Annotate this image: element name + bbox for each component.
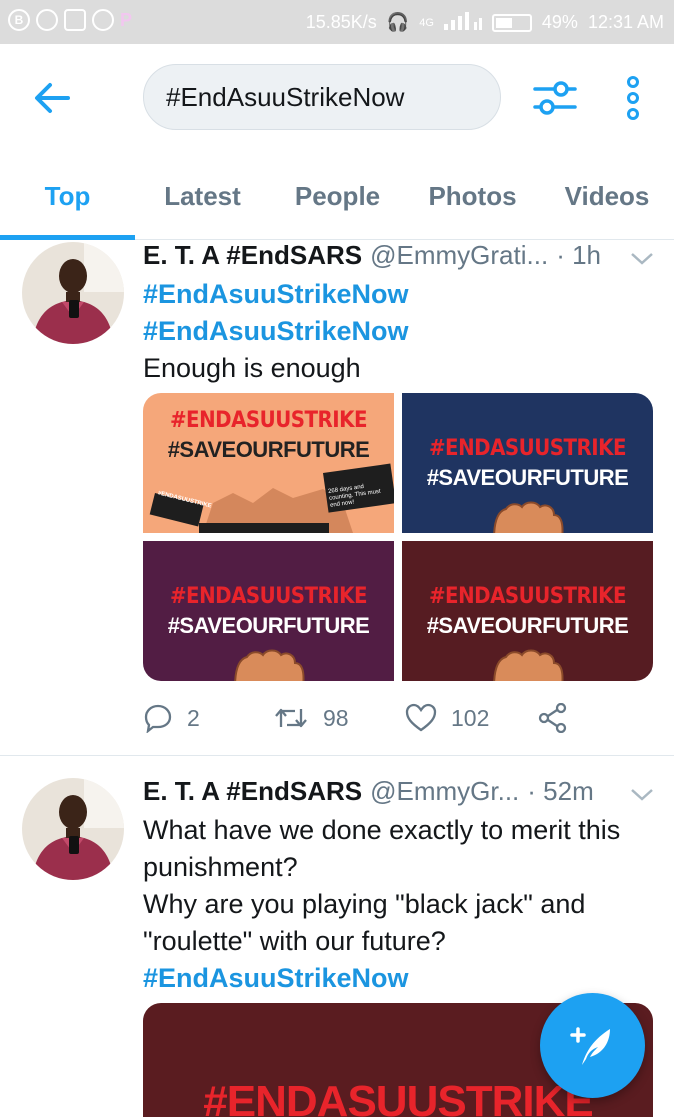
media-line2: #SAVEOURFUTURE: [426, 612, 629, 638]
heart-icon: [405, 703, 437, 732]
protest-illustration: [149, 463, 394, 533]
arrow-left-icon: [35, 83, 70, 113]
hashtag-link[interactable]: #EndAsuuStrikeNow: [143, 960, 655, 997]
media-line1: #ENDASUUSTRIKE: [428, 435, 627, 461]
tweet-text: punishment?: [143, 852, 298, 882]
tweet-text: Why are you playing "black jack" and: [143, 889, 586, 919]
retweet-count: 98: [323, 704, 349, 731]
media-line1: #ENDASUUSTRIKE: [203, 1077, 593, 1117]
tweet-text: "roulette" with our future?: [143, 926, 446, 956]
media-line2: #SAVEOURFUTURE: [426, 464, 629, 490]
signal-icon: [443, 10, 482, 35]
tab-people[interactable]: People: [270, 152, 405, 240]
media-image-3[interactable]: #ENDASUUSTRIKE #SAVEOURFUTURE: [143, 541, 394, 681]
chat-bubble-icon: [36, 9, 58, 31]
tweet-actions: 2 98 102: [143, 698, 623, 738]
tweet-time: · 52m: [527, 776, 594, 806]
share-icon: [538, 703, 567, 733]
tweet-body: E. T. A #EndSARS @EmmyGr... · 52m What h…: [143, 776, 655, 997]
tab-photos[interactable]: Photos: [405, 152, 540, 240]
reply-icon: [144, 704, 172, 733]
hashtag-link[interactable]: #EndAsuuStrikeNow: [143, 313, 655, 350]
media-line1: #ENDASUUSTRIKE: [169, 583, 368, 609]
compose-feather-icon: [569, 1026, 610, 1065]
media-line2: #SAVEOURFUTURE: [167, 612, 370, 638]
tweet-time: · 1h: [556, 240, 601, 270]
battery-icon: [491, 13, 532, 32]
network-speed: 15.85K/s: [305, 12, 377, 32]
media-grid: #ENDASUUSTRIKE #SAVEOURFUTURE #ENDASUUST…: [143, 393, 653, 681]
search-query: #EndAsuuStrikeNow: [166, 81, 405, 112]
status-bar: B P 15.85K/s 🎧 4G 49% 12:31 AM: [0, 0, 674, 44]
headset-icon: 🎧: [386, 12, 410, 32]
media-image-2[interactable]: #ENDASUUSTRIKE #SAVEOURFUTURE: [402, 393, 653, 533]
tweet-body: E. T. A #EndSARS @EmmyGrati... · 1h #End…: [143, 240, 655, 387]
tab-latest[interactable]: Latest: [135, 152, 270, 240]
media-line1: #ENDASUUSTRIKE: [428, 583, 627, 609]
like-button[interactable]: 102: [405, 703, 537, 733]
tab-top[interactable]: Top: [0, 152, 135, 240]
author-name[interactable]: E. T. A #EndSARS: [143, 776, 362, 807]
fist-icon: [492, 501, 563, 533]
author-handle[interactable]: @EmmyGr...: [370, 776, 519, 807]
gallery-icon: [64, 9, 86, 31]
camera-icon: [92, 9, 114, 31]
tweet-divider: [0, 755, 674, 756]
avatar[interactable]: [22, 242, 124, 344]
share-button[interactable]: [537, 703, 569, 733]
search-filter-button[interactable]: [531, 76, 579, 120]
search-header: #EndAsuuStrikeNow: [0, 44, 674, 152]
back-button[interactable]: [30, 78, 74, 118]
p-icon: P: [120, 9, 133, 30]
media-image-1[interactable]: #ENDASUUSTRIKE #SAVEOURFUTURE #ENDASUUST…: [143, 393, 394, 533]
tweet[interactable]: E. T. A #EndSARS @EmmyGrati... · 1h #End…: [0, 240, 674, 755]
hashtag-link[interactable]: #EndAsuuStrikeNow: [143, 276, 655, 313]
author-handle[interactable]: @EmmyGrati...: [370, 240, 548, 271]
reply-count: 2: [187, 704, 200, 731]
chevron-down-icon[interactable]: [629, 784, 655, 804]
chevron-down-icon[interactable]: [629, 248, 655, 268]
tweet-text: Enough is enough: [143, 353, 361, 383]
like-count: 102: [451, 704, 490, 731]
tweet-header: E. T. A #EndSARS @EmmyGr... · 52m: [143, 776, 655, 812]
vertical-dots-icon: [627, 76, 639, 120]
tweet-text: What have we done exactly to merit this: [143, 815, 621, 845]
clock: 12:31 AM: [587, 12, 664, 32]
avatar[interactable]: [22, 778, 124, 880]
author-name[interactable]: E. T. A #EndSARS: [143, 240, 362, 271]
retweet-button[interactable]: 98: [273, 703, 405, 733]
compose-tweet-button[interactable]: [540, 993, 645, 1098]
fist-icon: [233, 649, 304, 681]
retweet-icon: [275, 708, 307, 728]
tab-videos[interactable]: Videos: [540, 152, 674, 240]
reply-button[interactable]: 2: [143, 703, 273, 733]
notification-b-icon: B: [8, 9, 30, 31]
fist-icon: [492, 649, 563, 681]
status-left-icons: B P: [8, 9, 132, 31]
battery-percent: 49%: [541, 12, 578, 32]
network-type: 4G: [419, 16, 434, 29]
tweet-header: E. T. A #EndSARS @EmmyGrati... · 1h: [143, 240, 655, 276]
search-input[interactable]: #EndAsuuStrikeNow: [143, 64, 501, 130]
media-image-4[interactable]: #ENDASUUSTRIKE #SAVEOURFUTURE: [402, 541, 653, 681]
more-options-button[interactable]: [618, 76, 648, 120]
search-tabs: Top Latest People Photos Videos: [0, 152, 674, 240]
sliders-icon: [533, 81, 577, 115]
status-right: 15.85K/s 🎧 4G 49% 12:31 AM: [306, 10, 664, 35]
